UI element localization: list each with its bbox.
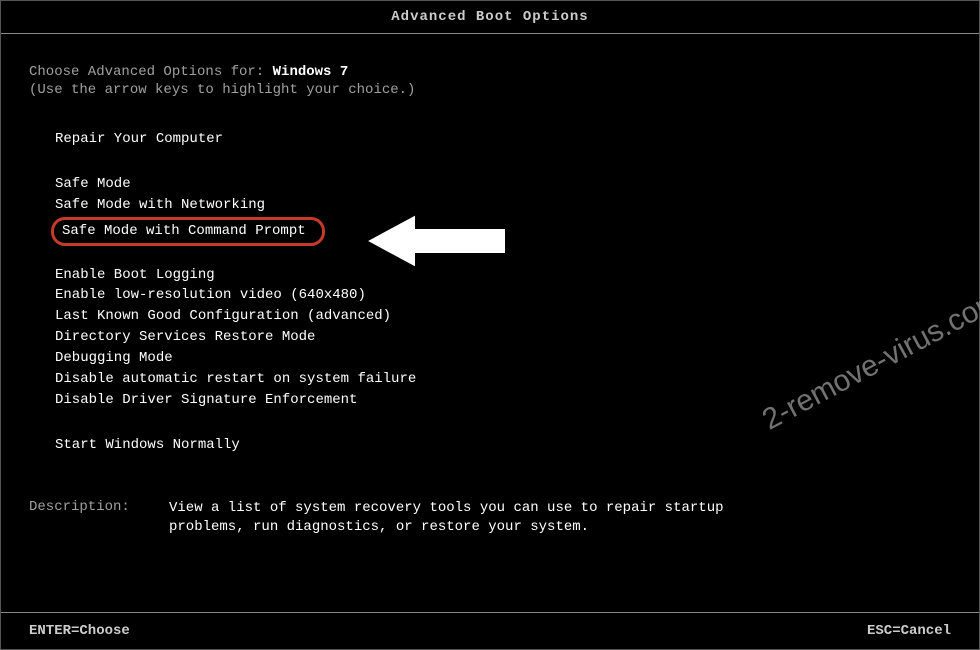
os-name: Windows 7 — [273, 64, 349, 80]
menu-last-known-good[interactable]: Last Known Good Configuration (advanced) — [51, 307, 395, 326]
menu-repair-computer[interactable]: Repair Your Computer — [51, 130, 227, 149]
arrow-left-icon — [361, 206, 521, 276]
page-title: Advanced Boot Options — [391, 9, 588, 25]
title-bar: Advanced Boot Options — [1, 1, 979, 34]
footer-esc-hint: ESC=Cancel — [867, 623, 951, 639]
footer-bar: ENTER=Choose ESC=Cancel — [1, 612, 979, 649]
menu-safe-mode[interactable]: Safe Mode — [51, 175, 135, 194]
hint-text: (Use the arrow keys to highlight your ch… — [29, 82, 951, 98]
menu-safe-mode-networking[interactable]: Safe Mode with Networking — [51, 196, 269, 215]
menu-safe-mode-command-prompt[interactable]: Safe Mode with Command Prompt — [51, 217, 325, 246]
prompt-line: Choose Advanced Options for: Windows 7 — [29, 64, 951, 80]
menu-debugging-mode[interactable]: Debugging Mode — [51, 349, 177, 368]
boot-menu[interactable]: Repair Your Computer Safe Mode Safe Mode… — [29, 130, 951, 457]
menu-start-normally[interactable]: Start Windows Normally — [51, 436, 244, 455]
footer-enter-hint: ENTER=Choose — [29, 623, 130, 639]
menu-low-res-video[interactable]: Enable low-resolution video (640x480) — [51, 286, 370, 305]
menu-disable-driver-sig[interactable]: Disable Driver Signature Enforcement — [51, 391, 361, 410]
prompt-prefix: Choose Advanced Options for: — [29, 64, 273, 80]
content-area: Choose Advanced Options for: Windows 7 (… — [1, 34, 979, 538]
description-label: Description: — [29, 499, 169, 538]
menu-boot-logging[interactable]: Enable Boot Logging — [51, 266, 219, 285]
description-section: Description: View a list of system recov… — [29, 499, 951, 538]
menu-disable-auto-restart[interactable]: Disable automatic restart on system fail… — [51, 370, 420, 389]
menu-directory-services[interactable]: Directory Services Restore Mode — [51, 328, 319, 347]
description-text: View a list of system recovery tools you… — [169, 499, 729, 538]
